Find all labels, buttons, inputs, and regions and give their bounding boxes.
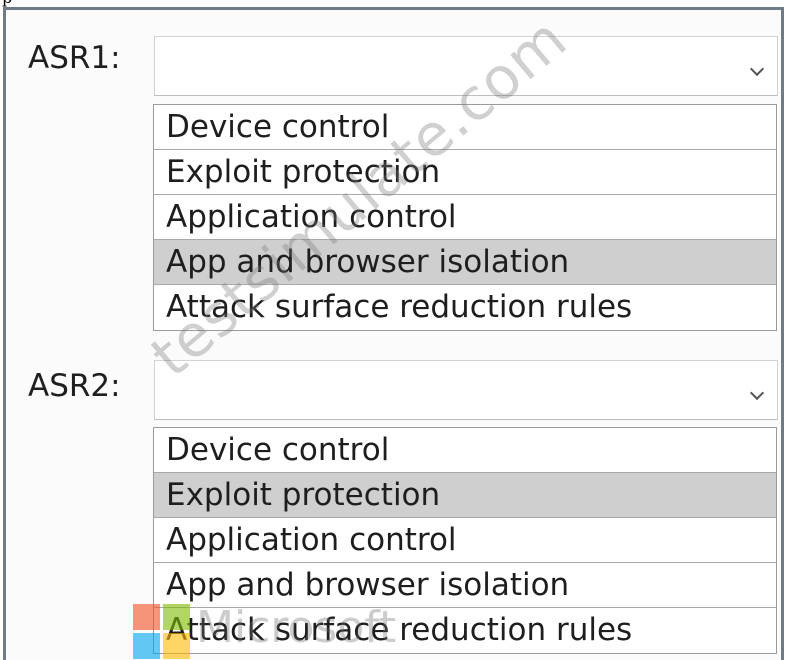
asr1-dropdown[interactable] xyxy=(154,36,778,96)
asr1-option-device-control[interactable]: Device control xyxy=(154,105,776,150)
asr1-option-app-and-browser-isolation[interactable]: App and browser isolation xyxy=(154,240,776,285)
asr2-option-exploit-protection[interactable]: Exploit protection xyxy=(154,473,776,518)
chevron-down-icon[interactable] xyxy=(749,61,765,77)
asr2-label: ASR2: xyxy=(28,368,121,404)
asr2-dropdown[interactable] xyxy=(154,360,778,420)
asr1-label: ASR1: xyxy=(28,40,121,76)
asr1-option-exploit-protection[interactable]: Exploit protection xyxy=(154,150,776,195)
asr2-option-app-and-browser-isolation[interactable]: App and browser isolation xyxy=(154,563,776,608)
asr2-option-attack-surface-reduction-rules[interactable]: Attack surface reduction rules xyxy=(154,608,776,653)
asr2-option-device-control[interactable]: Device control xyxy=(154,428,776,473)
asr2-options-list: Device control Exploit protection Applic… xyxy=(153,427,777,654)
chevron-down-icon[interactable] xyxy=(749,385,765,401)
top-strip-text: p xyxy=(2,0,12,7)
asr2-option-application-control[interactable]: Application control xyxy=(154,518,776,563)
asr1-option-attack-surface-reduction-rules[interactable]: Attack surface reduction rules xyxy=(154,285,776,330)
asr1-options-list: Device control Exploit protection Applic… xyxy=(153,104,777,331)
asr1-option-application-control[interactable]: Application control xyxy=(154,195,776,240)
